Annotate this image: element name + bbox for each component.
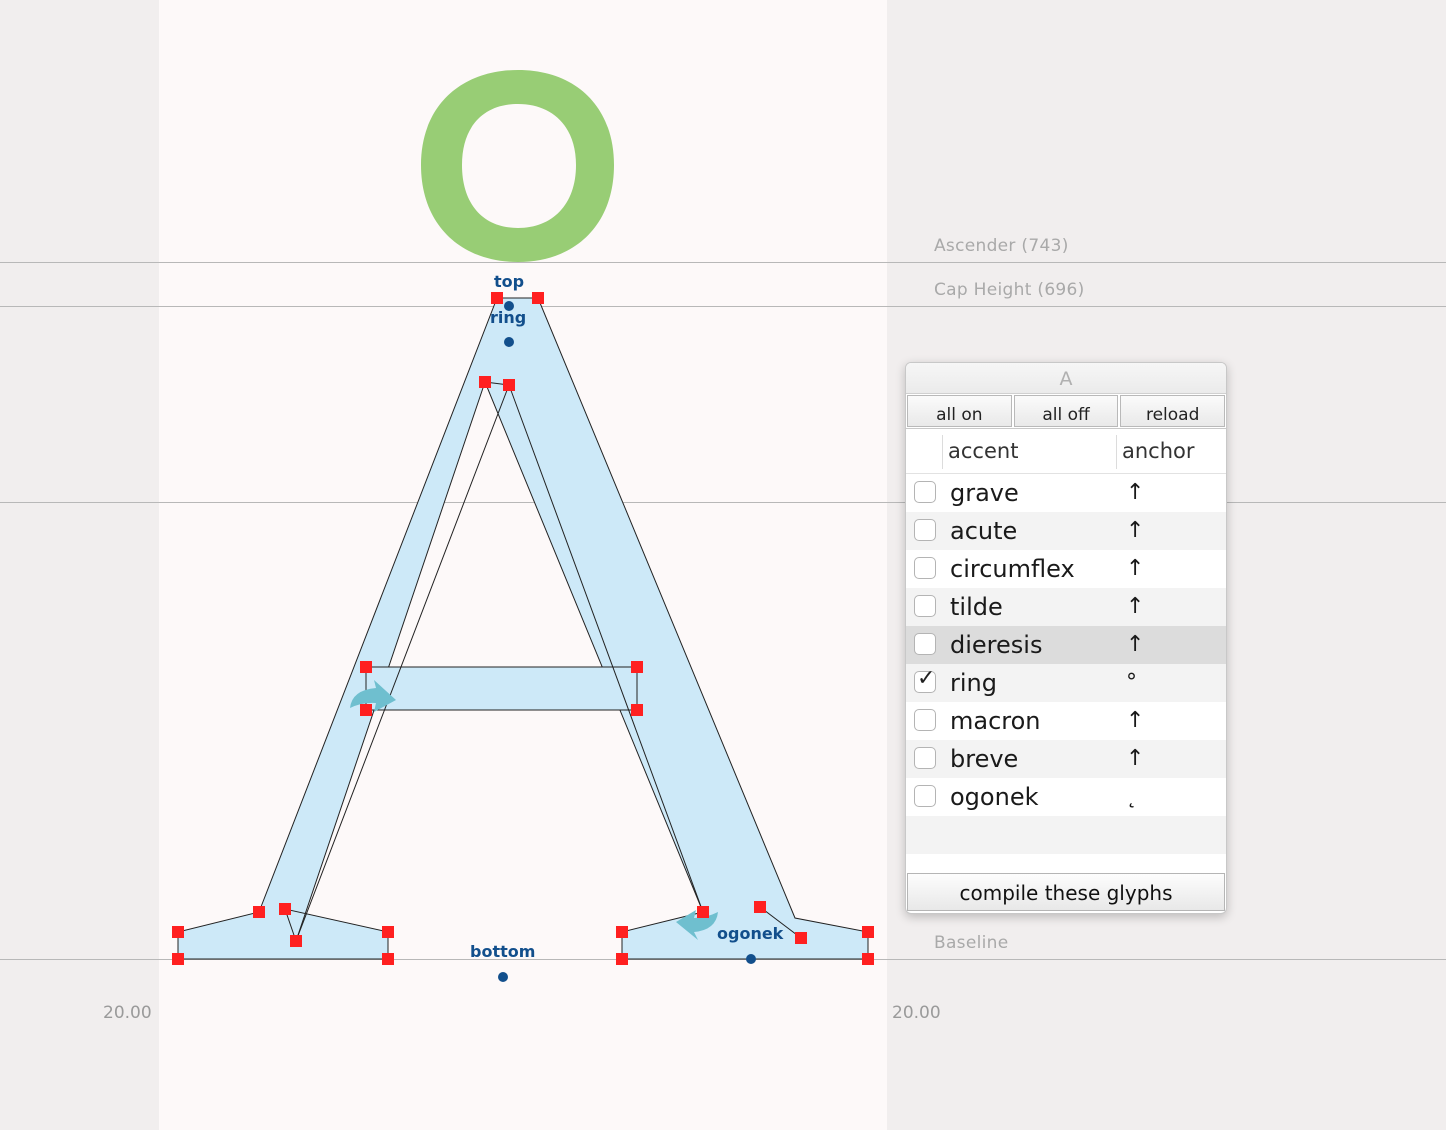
accent-list: ✓ grave ↑ ✓ acute ↑ ✓ circumflex ↑ ✓ tilde ↑ ✓ dieres… — [906, 474, 1226, 892]
reload-button[interactable]: reload — [1120, 395, 1226, 427]
column-header: accent anchor — [906, 429, 1226, 474]
point[interactable] — [503, 379, 515, 391]
accent-row-ogonek[interactable]: ✓ ogonek ˛ — [906, 778, 1226, 816]
accent-name: tilde — [950, 593, 1003, 621]
point[interactable] — [862, 953, 874, 965]
anchor-top-label: top — [494, 272, 525, 291]
accent-name: grave — [950, 479, 1019, 507]
panel-button-row: all on all off reload — [906, 394, 1226, 429]
accent-checkbox[interactable]: ✓ — [914, 633, 936, 655]
anchor-glyph-icon: ↑ — [1126, 746, 1145, 771]
point[interactable] — [697, 906, 709, 918]
accent-checkbox[interactable]: ✓ — [914, 557, 936, 579]
accent-row-dieresis[interactable]: ✓ dieresis ↑ — [906, 626, 1226, 664]
anchor-ring-dot[interactable] — [504, 337, 514, 347]
panel-title[interactable]: A — [906, 363, 1226, 394]
point[interactable] — [360, 661, 372, 673]
compile-glyphs-button[interactable]: compile these glyphs — [907, 873, 1225, 911]
anchor-glyph-icon: ↑ — [1126, 594, 1145, 619]
accent-column-header[interactable]: accent — [948, 429, 1018, 473]
anchor-ring-label: ring — [490, 308, 527, 327]
glyph-canvas[interactable] — [0, 0, 1446, 1130]
accent-builder-panel: A all on all off reload accent anchor ✓ g… — [905, 362, 1227, 914]
accent-name: ogonek — [950, 783, 1039, 811]
left-sidebearing-value: 20.00 — [103, 1003, 152, 1023]
point[interactable] — [862, 926, 874, 938]
accent-checkbox[interactable]: ✓ — [914, 519, 936, 541]
point[interactable] — [754, 901, 766, 913]
all-on-button[interactable]: all on — [907, 395, 1012, 427]
accent-checkbox[interactable]: ✓ — [914, 666, 936, 693]
anchor-glyph-icon: ↑ — [1126, 708, 1145, 733]
anchor-glyph-icon: ° — [1126, 670, 1137, 695]
accent-row-circumflex[interactable]: ✓ circumflex ↑ — [906, 550, 1226, 588]
right-sidebearing-value: 20.00 — [892, 1003, 941, 1023]
point[interactable] — [172, 953, 184, 965]
checkmark-icon: ✓ — [917, 666, 936, 691]
accent-name: circumflex — [950, 555, 1075, 583]
anchor-glyph-icon: ↑ — [1126, 556, 1145, 581]
all-off-button[interactable]: all off — [1013, 395, 1119, 427]
anchor-ogonek-label: ogonek — [717, 924, 784, 943]
point[interactable] — [279, 903, 291, 915]
accent-row-grave[interactable]: ✓ grave ↑ — [906, 474, 1226, 512]
column-divider — [1116, 435, 1117, 469]
point[interactable] — [382, 926, 394, 938]
anchor-column-header[interactable]: anchor — [1122, 429, 1195, 473]
empty-row — [906, 816, 1226, 854]
anchor-glyph-icon: ↑ — [1126, 518, 1145, 543]
column-divider — [942, 435, 943, 469]
accent-checkbox[interactable]: ✓ — [914, 709, 936, 731]
accent-name: breve — [950, 745, 1019, 773]
accent-name: acute — [950, 517, 1018, 545]
point[interactable] — [360, 704, 372, 716]
point[interactable] — [795, 932, 807, 944]
accent-row-tilde[interactable]: ✓ tilde ↑ — [906, 588, 1226, 626]
accent-name: macron — [950, 707, 1041, 735]
baseline-label: Baseline — [934, 933, 1009, 953]
accent-checkbox[interactable]: ✓ — [914, 595, 936, 617]
anchor-glyph-icon: ↑ — [1126, 480, 1145, 505]
anchor-glyph-icon: ˛ — [1126, 784, 1137, 809]
point[interactable] — [532, 292, 544, 304]
point[interactable] — [491, 292, 503, 304]
anchor-bottom-dot[interactable] — [498, 972, 508, 982]
accent-checkbox[interactable]: ✓ — [914, 785, 936, 807]
point[interactable] — [631, 704, 643, 716]
anchor-glyph-icon: ↑ — [1126, 632, 1145, 657]
accent-name: ring — [950, 669, 997, 697]
point[interactable] — [290, 935, 302, 947]
accent-name: dieresis — [950, 631, 1043, 659]
anchor-bottom-label: bottom — [470, 942, 536, 961]
accent-row-breve[interactable]: ✓ breve ↑ — [906, 740, 1226, 778]
point[interactable] — [253, 906, 265, 918]
point[interactable] — [616, 926, 628, 938]
point[interactable] — [631, 661, 643, 673]
accent-checkbox[interactable]: ✓ — [914, 747, 936, 769]
cap-height-label: Cap Height (696) — [934, 280, 1085, 300]
point[interactable] — [172, 926, 184, 938]
accent-row-ring[interactable]: ✓ ring ° — [906, 664, 1226, 702]
ascender-label: Ascender (743) — [934, 236, 1069, 256]
accent-row-macron[interactable]: ✓ macron ↑ — [906, 702, 1226, 740]
accent-row-acute[interactable]: ✓ acute ↑ — [906, 512, 1226, 550]
point[interactable] — [479, 376, 491, 388]
point[interactable] — [382, 953, 394, 965]
accent-checkbox[interactable]: ✓ — [914, 481, 936, 503]
crossbar-contour[interactable] — [365, 666, 638, 711]
anchor-ogonek-dot[interactable] — [746, 954, 756, 964]
point[interactable] — [616, 953, 628, 965]
